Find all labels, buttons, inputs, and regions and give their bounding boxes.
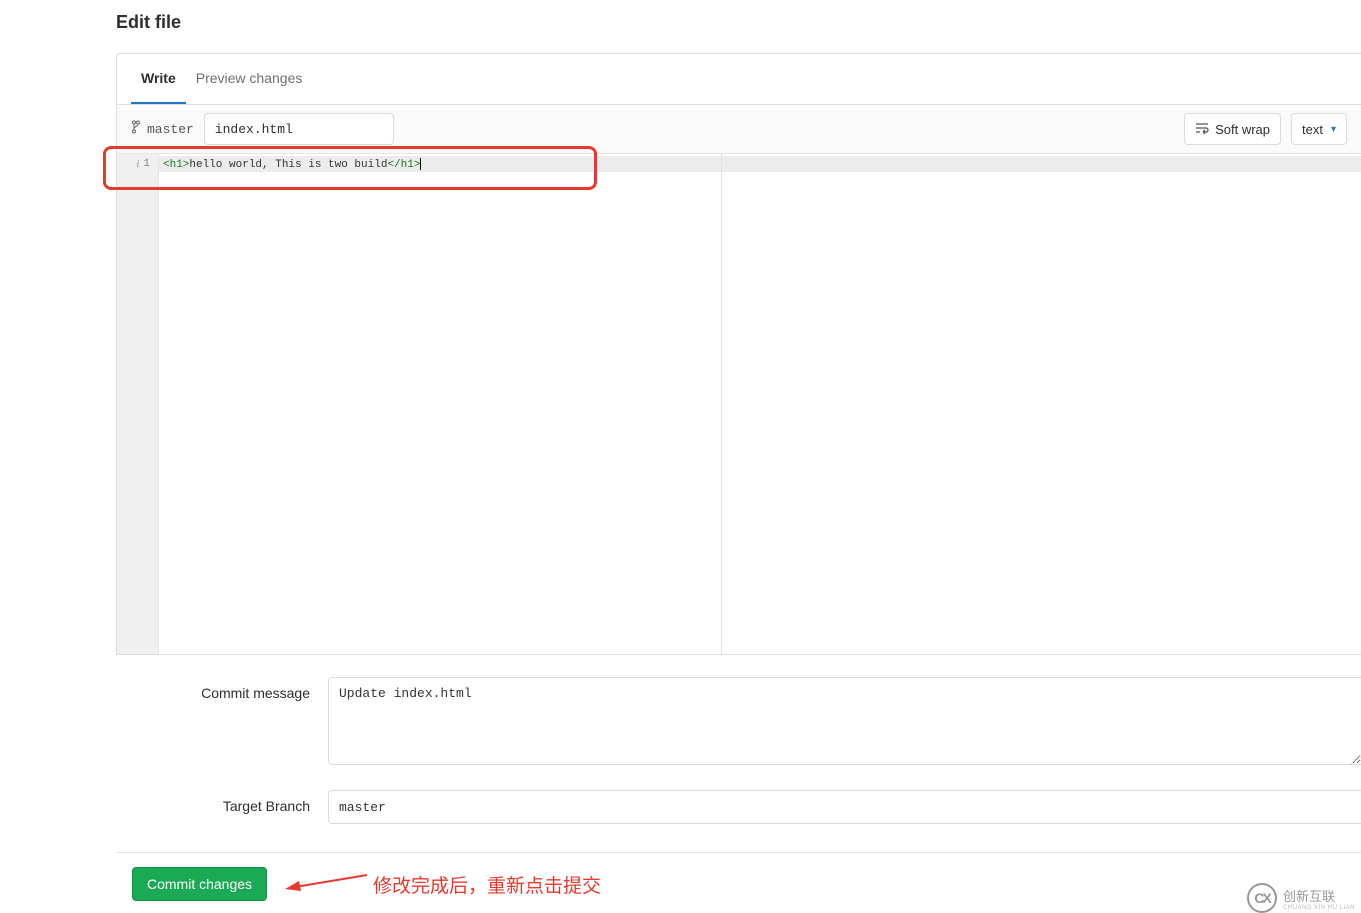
commit-message-input[interactable]: Update index.html	[328, 677, 1361, 765]
annotation-callout: 修改完成后，重新点击提交	[285, 869, 601, 899]
code-token-tag-close: </h1>	[387, 159, 420, 171]
commit-bar: Commit changes 修改完成后，重新点击提交 CX 创新互联 CHUA…	[116, 852, 1361, 911]
soft-wrap-label: Soft wrap	[1215, 122, 1270, 137]
code-line[interactable]: <h1>hello world, This is two build</h1>	[159, 156, 1361, 172]
chevron-down-icon: ▾	[1331, 124, 1336, 135]
branch-name: master	[147, 122, 194, 137]
code-token-tag-open: <h1>	[163, 159, 189, 171]
editor-tabs: Write Preview changes	[117, 54, 1361, 105]
watermark-brand: 创新互联	[1283, 886, 1355, 905]
target-branch-label: Target Branch	[116, 790, 328, 814]
branch-indicator: master	[131, 120, 194, 138]
tab-preview-changes[interactable]: Preview changes	[186, 54, 313, 104]
line-number: 1	[143, 158, 150, 170]
branch-icon	[131, 120, 141, 138]
arrow-left-icon	[285, 869, 369, 899]
target-branch-input[interactable]	[328, 790, 1361, 824]
commit-changes-button[interactable]: Commit changes	[132, 867, 267, 901]
gutter-row: i 1	[117, 156, 158, 172]
editor-toolbar: master Soft wrap text ▾	[117, 105, 1361, 154]
watermark-subtext: CHUANG XIN HU LIAN	[1283, 905, 1355, 911]
commit-message-label: Commit message	[116, 677, 328, 701]
resize-grip-icon[interactable]: ⋰	[1349, 756, 1359, 766]
soft-wrap-button[interactable]: Soft wrap	[1184, 113, 1281, 145]
editor-panel: Write Preview changes master Soft wrap t…	[116, 53, 1361, 655]
annotation-text: 修改完成后，重新点击提交	[373, 871, 601, 898]
tab-write[interactable]: Write	[131, 54, 186, 104]
print-margin-line	[721, 154, 722, 654]
page-title: Edit file	[116, 12, 1361, 33]
target-branch-row: Target Branch	[116, 790, 1361, 824]
syntax-mode-label: text	[1302, 122, 1323, 137]
commit-message-row: Commit message Update index.html ⋰	[116, 677, 1361, 768]
text-cursor	[420, 158, 421, 170]
code-token-text: hello world, This is two build	[189, 159, 387, 171]
syntax-mode-dropdown[interactable]: text ▾	[1291, 113, 1347, 145]
code-lines[interactable]: <h1>hello world, This is two build</h1>	[159, 154, 1361, 654]
wrap-icon	[1195, 122, 1209, 137]
line-gutter: i 1	[117, 154, 159, 654]
filename-input[interactable]	[204, 113, 394, 145]
code-editor[interactable]: i 1 <h1>hello world, This is two build</…	[117, 154, 1361, 654]
watermark: CX 创新互联 CHUANG XIN HU LIAN	[1247, 883, 1355, 913]
info-icon: i	[136, 158, 139, 170]
watermark-logo-icon: CX	[1247, 883, 1277, 913]
